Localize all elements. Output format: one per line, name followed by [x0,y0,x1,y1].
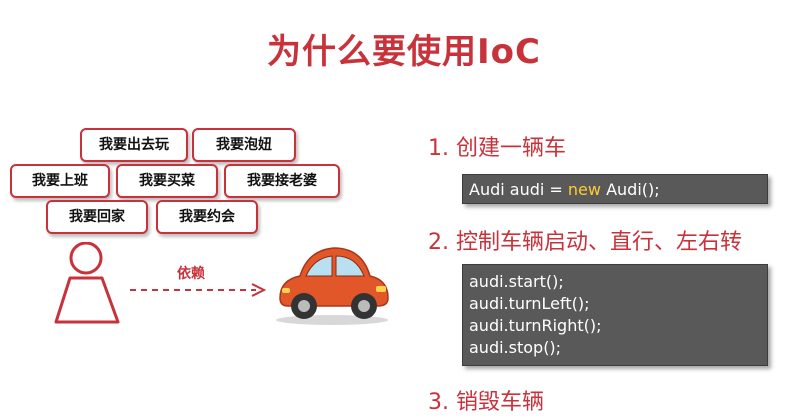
code-line: audi.turnLeft(); [469,294,590,313]
bubble-pick-up-wife: 我要接老婆 [224,164,340,198]
car-icon [276,247,389,325]
bubble-buy-groceries: 我要买菜 [116,164,218,198]
bubble-go-out: 我要出去玩 [80,128,188,162]
code-new-keyword: new [567,180,601,199]
step-destroy-car: 3. 销毁车辆 [428,390,544,415]
code-create-pre: Audi audi = [469,180,568,199]
dependency-label: 依赖 [177,266,205,282]
code-line: audi.stop(); [469,338,562,357]
step-create-car: 1. 创建一辆车 [428,136,566,161]
code-control: audi.start(); audi.turnLeft(); audi.turn… [462,264,768,366]
code-create: Audi audi = new Audi(); [462,174,768,204]
bubble-go-home: 我要回家 [46,200,148,234]
bubble-go-work: 我要上班 [10,164,110,198]
person-icon [54,242,120,324]
code-line: audi.start(); [469,272,564,291]
bubble-appointment: 我要约会 [156,200,258,234]
code-line: audi.turnRight(); [469,316,602,335]
code-create-post: Audi(); [600,180,660,199]
slide-title: 为什么要使用IoC [267,32,541,72]
step-control-car: 2. 控制车辆启动、直行、左右转 [428,230,742,255]
dependency-arrow-icon [130,283,267,297]
bubble-date-girl: 我要泡妞 [192,128,296,162]
